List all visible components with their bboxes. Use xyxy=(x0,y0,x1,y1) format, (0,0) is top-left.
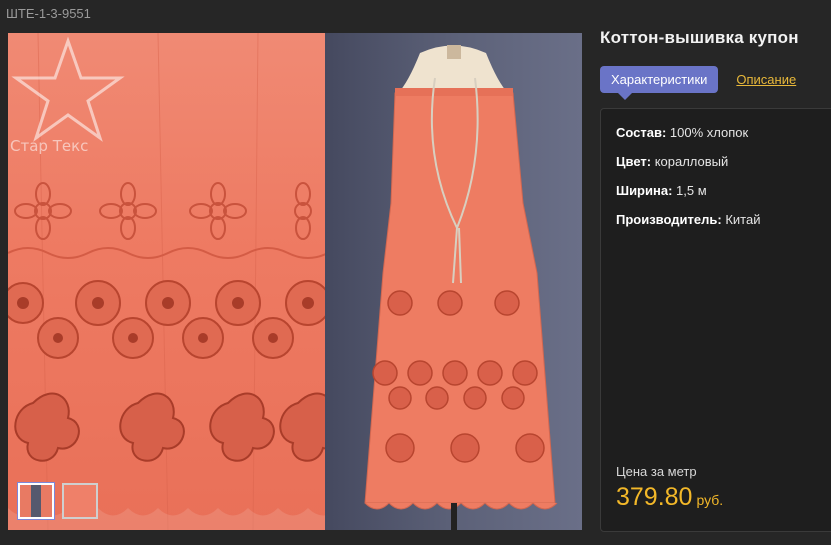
startex-watermark: Стар Текс xyxy=(10,36,125,155)
spec-manufacturer: Производитель: Китай xyxy=(616,212,760,227)
spec-value: коралловый xyxy=(651,154,729,169)
price-label: Цена за метр xyxy=(616,464,697,479)
price-value: 379.80 xyxy=(616,483,693,511)
svg-text:Стар Текс: Стар Текс xyxy=(10,137,88,155)
spec-value: 100% хлопок xyxy=(666,125,749,140)
price: 379.80 руб. xyxy=(616,483,723,512)
product-title: Коттон-вышивка купон xyxy=(600,28,799,47)
dress-on-mannequin-illustration xyxy=(364,45,558,530)
product-info: Коттон-вышивка купон xyxy=(600,28,831,48)
tab-description[interactable]: Описание xyxy=(736,72,796,87)
spec-label: Цвет: xyxy=(616,154,652,169)
spec-width: Ширина: 1,5 м xyxy=(616,183,760,198)
thumbnail-fabric[interactable] xyxy=(62,483,98,519)
spec-label: Ширина: xyxy=(616,183,673,198)
mannequin-photo xyxy=(325,33,582,530)
spec-label: Состав: xyxy=(616,125,667,140)
spec-value: 1,5 м xyxy=(672,183,707,198)
spec-list: Состав: 100% хлопок Цвет: коралловый Шир… xyxy=(616,125,760,241)
thumbnail-mannequin[interactable] xyxy=(18,483,54,519)
fabric-pattern-illustration: Стар Текс xyxy=(8,33,345,530)
product-gallery[interactable]: Стар Текс xyxy=(8,33,582,530)
product-tabs: Характеристики Описание xyxy=(600,66,796,100)
spec-value: Китай xyxy=(721,212,761,227)
spec-color: Цвет: коралловый xyxy=(616,154,760,169)
spec-label: Производитель: xyxy=(616,212,722,227)
price-unit: руб. xyxy=(696,492,724,508)
characteristics-panel: Состав: 100% хлопок Цвет: коралловый Шир… xyxy=(600,108,831,532)
fabric-photo: Стар Текс xyxy=(8,33,345,530)
thumbnail-strip xyxy=(18,483,98,519)
product-sku: ШТЕ-1-3-9551 xyxy=(6,6,91,21)
tab-characteristics[interactable]: Характеристики xyxy=(600,66,719,100)
spec-composition: Состав: 100% хлопок xyxy=(616,125,760,140)
